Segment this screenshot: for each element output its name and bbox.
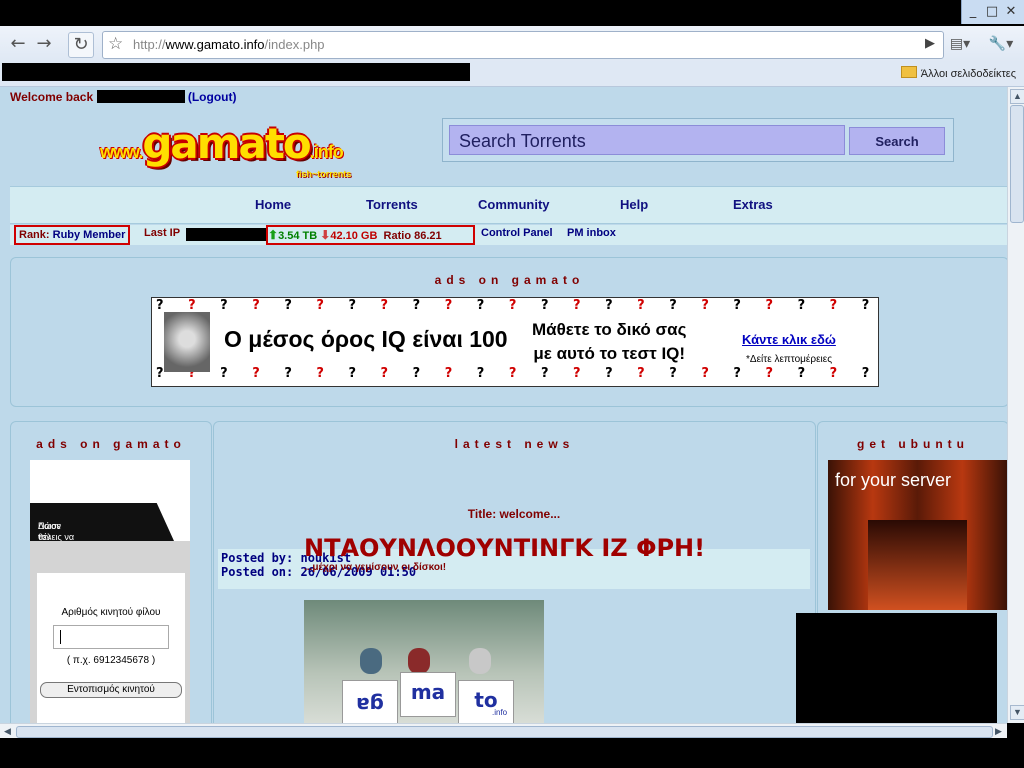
redacted-ip xyxy=(186,228,266,241)
back-arrow-icon[interactable]: ← xyxy=(6,32,30,56)
page-menu-icon[interactable]: ▤▾ xyxy=(944,32,976,56)
ad-form: Αριθμός κινητού φίλου ( π.χ. 6912345678 … xyxy=(37,573,185,723)
user-stats-bar: Rank: Ruby Member Last IP ⬆3.54 TB ⬇42.1… xyxy=(10,225,1007,245)
menu-extras[interactable]: Extras xyxy=(733,197,773,212)
close-button[interactable]: ✕ xyxy=(1002,3,1020,20)
rank-value[interactable]: Ruby Member xyxy=(53,229,126,241)
menu-torrents[interactable]: Torrents xyxy=(366,197,418,212)
top-ads-title: ads on gamato xyxy=(434,273,585,287)
einstein-image xyxy=(164,312,210,372)
banner-subtext-line1: Μάθετε το δικό σας xyxy=(532,320,687,339)
menu-home[interactable]: Home xyxy=(255,197,291,212)
folder-icon xyxy=(900,66,917,78)
horizontal-scroll-thumb[interactable] xyxy=(16,726,993,738)
grey-hair-figure xyxy=(469,648,491,674)
rank-label: Rank: xyxy=(19,229,50,241)
bookmark-star-icon[interactable]: ☆ xyxy=(108,34,123,54)
news-headline: ΝΤΑΟΥΝΛΟΟΥΝΤΙΝΓΚ ΙΖ ΦΡΗ! xyxy=(304,534,706,562)
rank-badge: Rank: Ruby Member xyxy=(14,225,131,245)
upload-amount: 3.54 TB xyxy=(278,230,318,242)
window-controls: _ □ ✕ xyxy=(961,0,1024,24)
url-text[interactable]: http://www.gamato.info/index.php xyxy=(133,37,325,52)
other-bookmarks[interactable]: Άλλοι σελιδοδείκτες xyxy=(900,66,1016,80)
site-logo[interactable]: www.gamato.info fish~torrents xyxy=(100,119,351,179)
scroll-down-icon[interactable]: ▼ xyxy=(1010,705,1024,720)
redacted-username xyxy=(96,90,185,103)
card-ma: ma xyxy=(400,672,456,717)
pm-inbox-link[interactable]: PM inbox xyxy=(567,227,616,239)
iq-test-banner[interactable]: ? ? ? ? ? ? ? ? ? ? ? ? ? ? ? ? ? ? ? ? … xyxy=(151,297,879,387)
menu-community[interactable]: Community xyxy=(478,197,550,212)
locate-button[interactable]: Εντοπισμός κινητού xyxy=(40,682,182,698)
horizontal-scrollbar[interactable]: ◀ ▶ xyxy=(0,723,1007,739)
card-info: .info xyxy=(492,708,508,717)
wrench-icon[interactable]: 🔧▾ xyxy=(984,32,1018,56)
banner-subtext-line2: με αυτό το τεστ IQ! xyxy=(533,344,686,363)
control-panel-link[interactable]: Control Panel xyxy=(481,227,553,239)
welcome-line: Welcome back (Logout) xyxy=(10,90,236,104)
ad-example: ( π.χ. 6912345678 ) xyxy=(66,655,156,666)
redacted-popup xyxy=(796,613,997,727)
news-subline: ...μέχρι να γεμίσουν οι δίσκοι! xyxy=(304,562,447,573)
card-ga: ga xyxy=(342,680,398,723)
question-row-bottom: ? ? ? ? ? ? ? ? ? ? ? ? ? ? ? ? ? ? ? ? … xyxy=(156,366,879,381)
logo-www: www. xyxy=(100,142,143,162)
welcome-text: Welcome back xyxy=(10,90,94,104)
banner-headline: Ο μέσος όρος IQ είναι 100 xyxy=(224,326,508,352)
left-ads-title: ads on gamato xyxy=(36,437,186,451)
reload-icon[interactable]: ↻ xyxy=(68,32,94,58)
ratio-box: ⬆3.54 TB ⬇42.10 GB Ratio 86.21 xyxy=(266,225,475,245)
ad-dark-banner: Ποιον θέλεις να εντοπίσεις;Δώσε τον αριθ… xyxy=(30,503,174,541)
phone-number-input[interactable] xyxy=(53,625,169,649)
main-menu: Home Torrents Community Help Extras xyxy=(10,186,1007,224)
download-amount: 42.10 GB xyxy=(330,230,378,242)
logo-tld: .info xyxy=(309,142,344,162)
forward-arrow-icon[interactable]: → xyxy=(32,32,56,56)
question-row-top: ? ? ? ? ? ? ? ? ? ? ? ? ? ? ? ? ? ? ? ? … xyxy=(156,298,879,313)
download-arrow-icon: ⬇ xyxy=(320,228,331,242)
girl-figure xyxy=(408,648,430,674)
minimize-button[interactable]: _ xyxy=(964,3,982,20)
ratio-value: Ratio 86.21 xyxy=(383,230,442,242)
ad-form-area: Αριθμός κινητού φίλου ( π.χ. 6912345678 … xyxy=(30,541,190,723)
news-title: latest news xyxy=(454,437,575,451)
vertical-scroll-thumb[interactable] xyxy=(1010,105,1024,223)
window-titlebar xyxy=(0,0,1024,26)
go-icon[interactable]: ▶ xyxy=(925,35,935,51)
scroll-right-icon[interactable]: ▶ xyxy=(992,725,1005,738)
menu-help[interactable]: Help xyxy=(620,197,648,212)
robot-figure xyxy=(360,648,382,674)
banner-details: *Δείτε λεπτομέρειες xyxy=(746,354,833,365)
taskbar-redacted xyxy=(0,738,1024,768)
ubuntu-title: get ubuntu xyxy=(857,437,969,451)
redacted-bookmarks xyxy=(2,63,470,81)
ad-field-label: Αριθμός κινητού φίλου xyxy=(61,607,161,618)
last-ip-label: Last IP xyxy=(144,227,181,239)
phone-locator-ad[interactable]: Ποιον θέλεις να εντοπίσεις;Δώσε τον αριθ… xyxy=(30,460,190,723)
server-corridor-image xyxy=(868,520,967,610)
logo-subtitle: fish~torrents xyxy=(296,169,352,179)
ubuntu-server-ad[interactable]: for your server xyxy=(828,460,1007,610)
logout-link[interactable]: (Logout) xyxy=(188,90,237,104)
logo-main: gamato xyxy=(142,119,311,168)
vertical-scrollbar[interactable]: ▲ ▼ xyxy=(1007,87,1024,723)
banner-subtext: Μάθετε το δικό σας με αυτό το τεστ IQ! xyxy=(532,318,686,366)
news-image: ga ma to .info xyxy=(304,600,544,723)
post-title: Title: welcome... xyxy=(467,507,561,521)
maximize-button[interactable]: □ xyxy=(983,3,1001,20)
top-ads-panel: ads on gamato ? ? ? ? ? ? ? ? ? ? ? ? ? … xyxy=(10,257,1007,407)
scroll-up-icon[interactable]: ▲ xyxy=(1010,89,1024,104)
banner-cta-link[interactable]: Κάντε κλικ εδώ xyxy=(742,332,836,347)
address-bar[interactable]: ☆ http://www.gamato.info/index.php ▶ xyxy=(102,31,944,59)
other-bookmarks-label: Άλλοι σελιδοδείκτες xyxy=(920,68,1016,80)
search-box: Search Torrents Search xyxy=(442,118,954,162)
scroll-left-icon[interactable]: ◀ xyxy=(1,725,14,738)
upload-arrow-icon: ⬆ xyxy=(268,228,279,242)
ubuntu-ad-text: for your server xyxy=(835,470,952,490)
search-input[interactable]: Search Torrents xyxy=(449,125,845,155)
search-button[interactable]: Search xyxy=(849,127,945,155)
